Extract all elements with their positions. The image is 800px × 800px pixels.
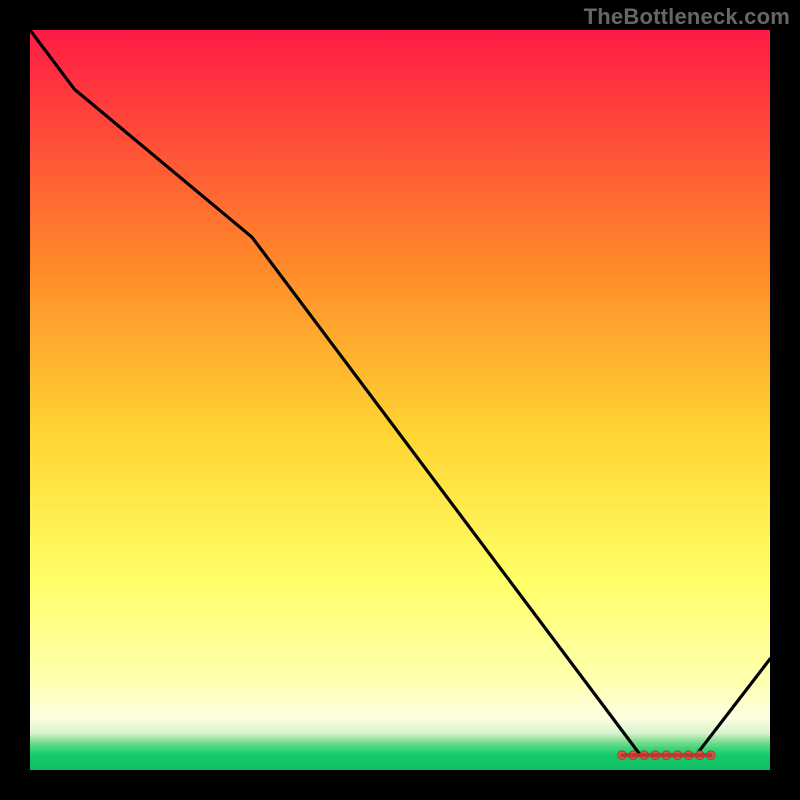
chart-stage: TheBottleneck.com — [0, 0, 800, 800]
watermark-text: TheBottleneck.com — [584, 4, 790, 30]
plot-frame — [30, 30, 770, 770]
gradient-bg — [30, 30, 770, 770]
chart-svg — [30, 30, 770, 770]
